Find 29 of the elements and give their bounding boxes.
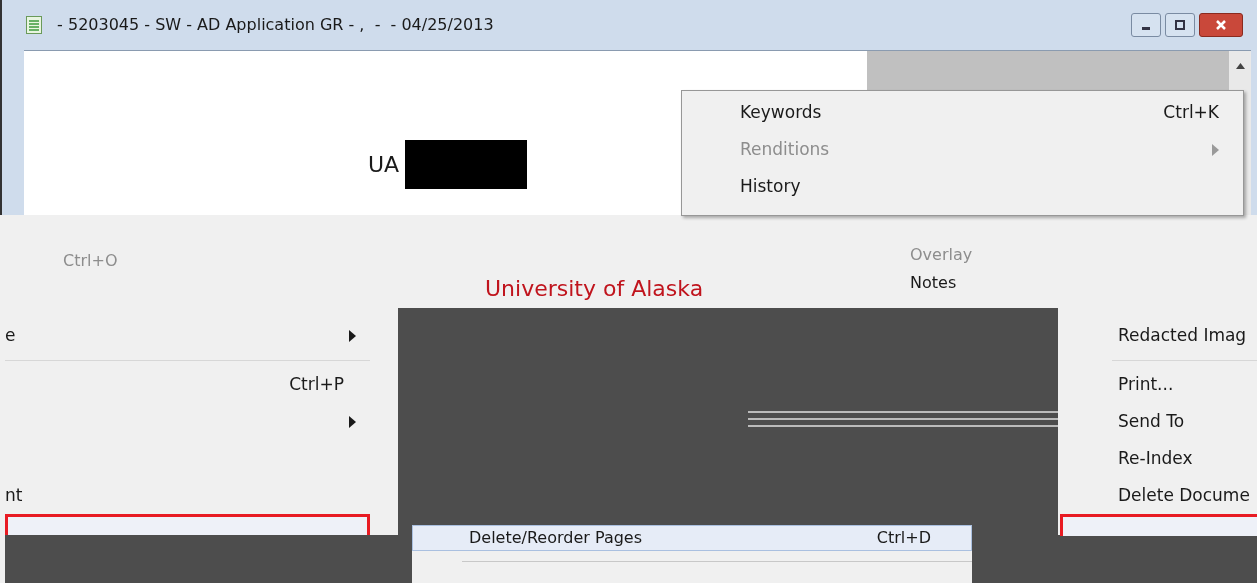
menu-item[interactable]: e <box>5 317 370 354</box>
document-text: UA <box>368 154 400 176</box>
menu-item[interactable]: Send To <box>1060 403 1257 440</box>
submenu-arrow-icon <box>1212 143 1219 156</box>
submenu-arrow-icon <box>349 415 356 428</box>
menu-item[interactable] <box>5 514 370 535</box>
minimize-icon <box>1142 26 1150 30</box>
scroll-up-icon <box>1235 63 1245 69</box>
document-heading: University of Alaska <box>485 278 704 300</box>
menu-item[interactable] <box>1060 514 1257 536</box>
menu-item[interactable]: nt <box>5 477 370 514</box>
menu-item[interactable]: Delete Docume <box>1060 477 1257 514</box>
close-icon <box>1216 20 1226 30</box>
menu-item[interactable]: Keywords Ctrl+K <box>682 94 1243 131</box>
menu-item[interactable]: Ctrl+P <box>5 366 370 403</box>
close-button[interactable] <box>1199 13 1243 37</box>
window-title: - 5203045 - SW - AD Application GR - , - - 04/25/2013 <box>56 14 494 36</box>
menu-item[interactable]: Re-Index <box>1060 440 1257 477</box>
document-icon <box>26 16 42 34</box>
shortcut-text: Ctrl+O <box>63 250 118 272</box>
maximize-button[interactable] <box>1165 13 1195 37</box>
menu-item[interactable]: Delete/Reorder Pages Ctrl+D <box>412 525 972 551</box>
maximize-icon <box>1175 20 1185 30</box>
menu-item[interactable]: History <box>682 168 1243 205</box>
minimize-button[interactable] <box>1131 13 1161 37</box>
submenu-arrow-icon <box>349 329 356 342</box>
menu-item[interactable]: Notes <box>910 275 973 291</box>
menu-item[interactable]: Print... <box>1060 366 1257 403</box>
menu-item[interactable]: Redacted Imag <box>1060 317 1257 354</box>
